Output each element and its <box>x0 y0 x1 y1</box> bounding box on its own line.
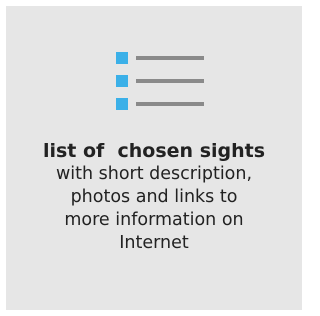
description-line: Internet <box>119 233 189 253</box>
description-line: with short description, <box>55 164 253 184</box>
list-bullet <box>116 98 128 110</box>
list-icon-row <box>116 98 212 110</box>
card-description: with short description, photos and links… <box>6 163 302 255</box>
description-line: more information on <box>64 210 244 230</box>
description-line: photos and links to <box>70 187 238 207</box>
list-line <box>136 56 204 60</box>
list-icon <box>116 52 212 122</box>
list-icon-row <box>116 75 212 87</box>
list-line <box>136 102 204 106</box>
card-title: list of chosen sights <box>42 140 266 162</box>
card-text: list of chosen sights with short descrip… <box>6 139 302 255</box>
feature-card: list of chosen sights with short descrip… <box>6 6 302 310</box>
list-bullet <box>116 52 128 64</box>
list-icon-row <box>116 52 212 64</box>
list-line <box>136 79 204 83</box>
list-bullet <box>116 75 128 87</box>
